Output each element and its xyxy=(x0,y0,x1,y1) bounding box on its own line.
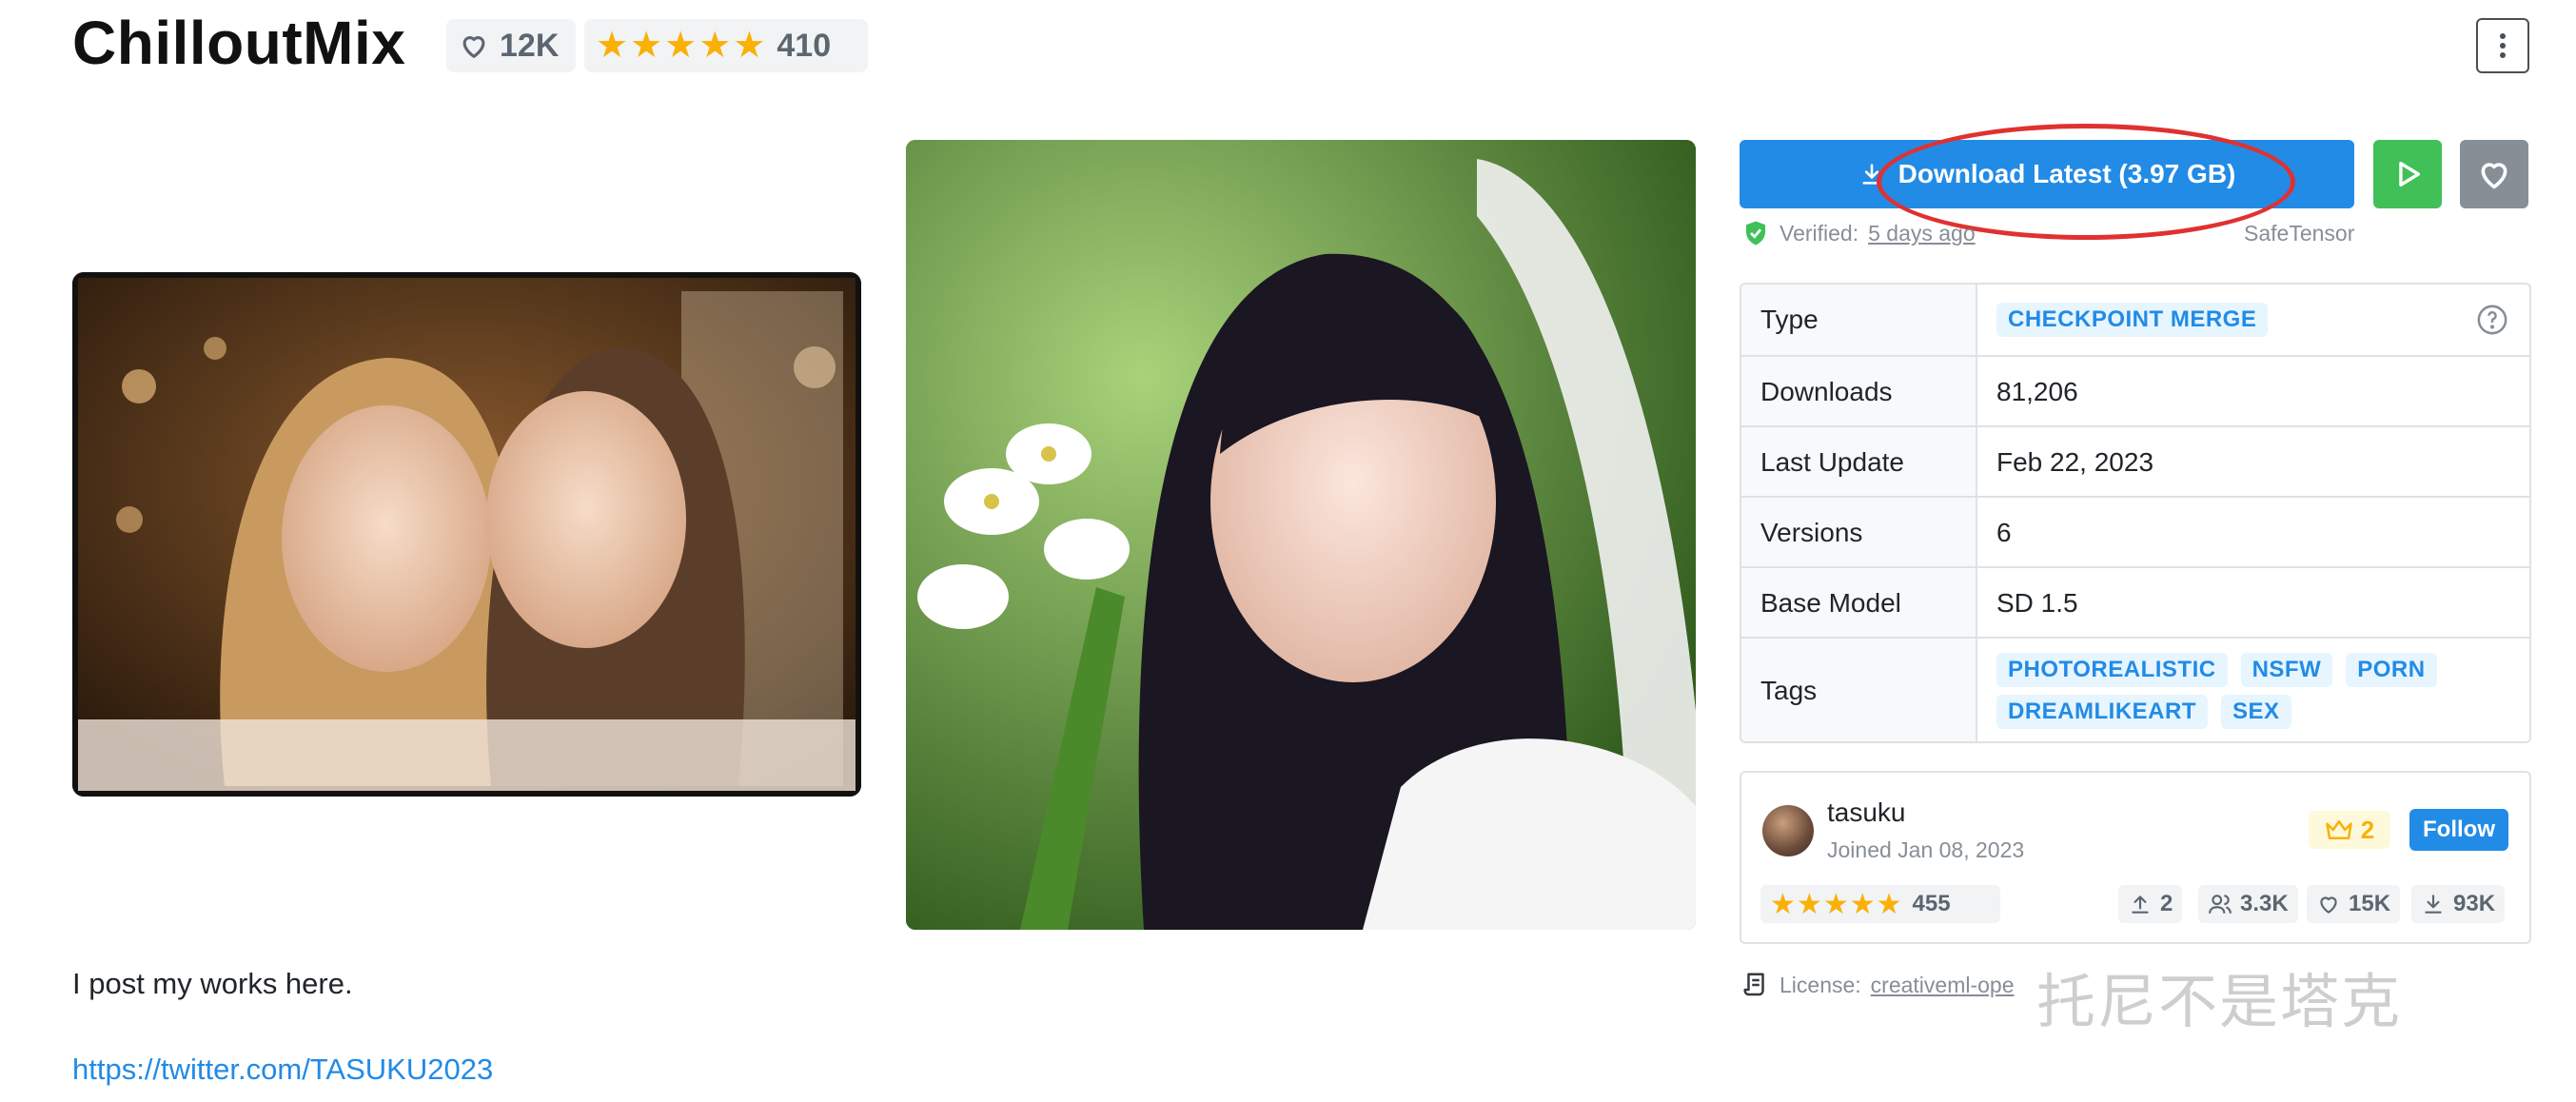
table-row: Versions 6 xyxy=(1741,496,2529,568)
row-label-downloads: Downloads xyxy=(1741,357,1977,427)
followers-stat: 3.3K xyxy=(2198,885,2298,923)
uploads-stat: 2 xyxy=(2118,885,2183,923)
license-link[interactable]: creativeml-ope xyxy=(1871,973,2015,998)
kebab-menu-icon xyxy=(2500,33,2506,58)
row-label-versions: Versions xyxy=(1741,498,1977,568)
star-icon: ★ xyxy=(733,26,766,66)
download-icon xyxy=(2425,895,2442,914)
table-row: Type CHECKPOINT MERGE xyxy=(1741,285,2529,355)
star-icon: ★ xyxy=(698,26,732,66)
row-value-last-update: Feb 22, 2023 xyxy=(1996,447,2154,477)
tag-badge[interactable]: SEX xyxy=(2221,695,2291,729)
star-icon: ★ xyxy=(630,26,663,66)
download-label: Download Latest (3.97 GB) xyxy=(1898,159,2236,188)
star-icon: ★ xyxy=(1822,888,1849,920)
heart-icon xyxy=(462,36,485,58)
help-circle-icon[interactable] xyxy=(2476,304,2508,336)
row-value-versions: 6 xyxy=(1996,518,2012,547)
download-latest-button[interactable]: Download Latest (3.97 GB) xyxy=(1740,140,2354,208)
tag-badge[interactable]: PORN xyxy=(2346,653,2437,687)
upload-icon xyxy=(2132,895,2149,914)
followers-count: 3.3K xyxy=(2240,891,2289,916)
likes-count: 12K xyxy=(500,27,560,64)
table-row: Last Update Feb 22, 2023 xyxy=(1741,425,2529,498)
preview-image-2-illustration xyxy=(906,140,1696,930)
creator-downloads-count: 93K xyxy=(2453,891,2496,916)
table-row: Base Model SD 1.5 xyxy=(1741,566,2529,639)
creator-rating-count: 455 xyxy=(1912,891,1951,916)
follow-button[interactable]: Follow xyxy=(2409,809,2508,851)
description-text: I post my works here. xyxy=(72,967,353,1000)
heart-icon xyxy=(2320,896,2337,914)
row-value-tags: PHOTOREALISTIC NSFW PORN DREAMLIKEART SE… xyxy=(1977,639,2529,741)
download-icon xyxy=(1862,164,1881,185)
details-table: Type CHECKPOINT MERGE Downloads 81,206 L… xyxy=(1740,283,2531,743)
license-label: License: xyxy=(1780,972,1861,997)
page-title: ChilloutMix xyxy=(72,9,406,77)
tag-badge[interactable]: PHOTOREALISTIC xyxy=(1996,653,2228,687)
avatar[interactable] xyxy=(1762,805,1814,856)
license-info: License: creativeml-ope xyxy=(1741,971,2015,999)
scroll-icon xyxy=(1743,973,1764,996)
creator-name[interactable]: tasuku xyxy=(1827,797,1906,828)
rating-count: 410 xyxy=(777,27,832,64)
preview-image-1[interactable] xyxy=(72,272,861,797)
row-label-type: Type xyxy=(1741,285,1977,355)
likes-badge[interactable]: 12K xyxy=(446,19,576,72)
run-model-button[interactable] xyxy=(2373,140,2442,208)
creator-joined: Joined Jan 08, 2023 xyxy=(1827,837,2025,862)
rating-badge[interactable]: ★ ★ ★ ★ ★ 410 xyxy=(584,19,868,72)
creator-likes-count: 15K xyxy=(2349,891,2391,916)
tag-badge[interactable]: DREAMLIKEART xyxy=(1996,695,2208,729)
likes-stat: 15K xyxy=(2307,885,2401,923)
twitter-link[interactable]: https://twitter.com/TASUKU2023 xyxy=(72,1053,493,1087)
row-value-base-model: SD 1.5 xyxy=(1996,588,2078,618)
favorite-button[interactable] xyxy=(2460,140,2528,208)
verified-date-link[interactable]: 5 days ago xyxy=(1868,221,1976,246)
verified-label: Verified: xyxy=(1780,220,1859,246)
star-icon: ★ xyxy=(1876,888,1902,920)
row-label-last-update: Last Update xyxy=(1741,427,1977,498)
star-icon: ★ xyxy=(596,26,629,66)
creator-rating: ★ ★ ★ ★ ★ 455 xyxy=(1760,885,2000,923)
row-label-tags: Tags xyxy=(1741,639,1977,741)
star-icon: ★ xyxy=(664,26,698,66)
table-row: Tags PHOTOREALISTIC NSFW PORN DREAMLIKEA… xyxy=(1741,637,2529,741)
more-options-button[interactable] xyxy=(2476,18,2529,73)
row-label-base-model: Base Model xyxy=(1741,568,1977,639)
preview-image-1-illustration xyxy=(78,278,855,791)
file-format: SafeTensor xyxy=(2244,221,2355,246)
uploads-count: 2 xyxy=(2160,891,2173,916)
preview-image-2[interactable] xyxy=(906,140,1696,930)
shield-check-icon xyxy=(1746,221,1765,246)
star-icon: ★ xyxy=(1849,888,1876,920)
verified-status: Verified: 5 days ago xyxy=(1741,219,1976,247)
heart-icon xyxy=(2481,163,2507,189)
rank-badge: 2 xyxy=(2309,811,2390,849)
star-icon: ★ xyxy=(1770,888,1796,920)
tag-badge[interactable]: NSFW xyxy=(2240,653,2333,687)
users-icon xyxy=(2209,895,2232,914)
downloads-stat: 93K xyxy=(2411,885,2506,923)
table-row: Downloads 81,206 xyxy=(1741,355,2529,427)
crown-icon xyxy=(2326,820,2352,839)
row-value-downloads: 81,206 xyxy=(1996,377,2078,406)
creator-card: tasuku Joined Jan 08, 2023 2 Follow ★ ★ … xyxy=(1740,771,2531,944)
star-icon: ★ xyxy=(1796,888,1822,920)
row-value-type: CHECKPOINT MERGE xyxy=(1977,285,2529,355)
type-badge[interactable]: CHECKPOINT MERGE xyxy=(1996,303,2269,337)
watermark: 托尼不是塔克 xyxy=(2036,967,2403,1036)
play-icon xyxy=(2399,161,2421,187)
rank-value: 2 xyxy=(2360,815,2375,844)
